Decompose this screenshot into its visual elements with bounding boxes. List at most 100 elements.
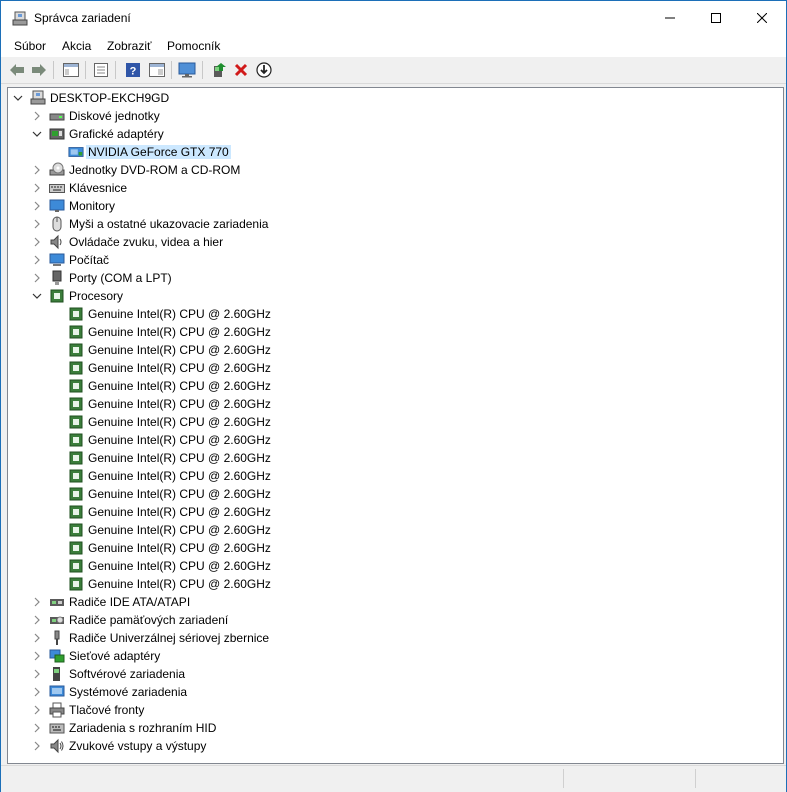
tree-device-item[interactable]: Genuine Intel(R) CPU @ 2.60GHz (8, 575, 781, 593)
tree-device-item[interactable]: Genuine Intel(R) CPU @ 2.60GHz (8, 557, 781, 575)
tree-item-label: Jednotky DVD-ROM a CD-ROM (69, 163, 241, 177)
expand-chevron-icon[interactable] (32, 719, 42, 737)
expand-chevron-icon[interactable] (32, 251, 42, 269)
display-adapter-icon (49, 126, 65, 142)
tree-category[interactable]: Klávesnice (8, 179, 781, 197)
tree-item-label: Genuine Intel(R) CPU @ 2.60GHz (88, 451, 271, 465)
expand-chevron-icon[interactable] (32, 647, 42, 665)
tree-item-label: Počítač (69, 253, 110, 267)
tree-item-label: Monitory (69, 199, 116, 213)
tree-category[interactable]: Ovládače zvuku, videa a hier (8, 233, 781, 251)
tree-device-item[interactable]: Genuine Intel(R) CPU @ 2.60GHz (8, 431, 781, 449)
tree-device-item[interactable]: Genuine Intel(R) CPU @ 2.60GHz (8, 377, 781, 395)
tree-item-label: Genuine Intel(R) CPU @ 2.60GHz (88, 307, 271, 321)
menu-view[interactable]: Zobraziť (107, 39, 152, 53)
tree-device-item[interactable]: Genuine Intel(R) CPU @ 2.60GHz (8, 521, 781, 539)
tree-root-computer[interactable]: DESKTOP-EKCH9GD (8, 89, 781, 107)
tree-device-item[interactable]: NVIDIA GeForce GTX 770 (8, 143, 781, 161)
network-adapter-icon (49, 648, 65, 664)
menu-help[interactable]: Pomocník (167, 39, 220, 53)
tree-device-item[interactable]: Genuine Intel(R) CPU @ 2.60GHz (8, 395, 781, 413)
minimize-button[interactable] (647, 1, 693, 35)
tree-device-item[interactable]: Genuine Intel(R) CPU @ 2.60GHz (8, 305, 781, 323)
monitor-icon (49, 198, 65, 214)
menu-bar: Súbor Akcia Zobraziť Pomocník (1, 35, 786, 57)
tree-item-label: Genuine Intel(R) CPU @ 2.60GHz (88, 415, 271, 429)
monitor-icon[interactable] (177, 60, 197, 80)
expand-chevron-icon[interactable] (32, 269, 42, 287)
tree-device-item[interactable]: Genuine Intel(R) CPU @ 2.60GHz (8, 449, 781, 467)
tree-category[interactable]: Počítač (8, 251, 781, 269)
collapse-chevron-icon[interactable] (13, 89, 23, 107)
back-arrow-icon[interactable] (7, 60, 27, 80)
forward-arrow-icon[interactable] (29, 60, 49, 80)
cpu-device-icon (68, 396, 84, 412)
expand-chevron-icon[interactable] (32, 737, 42, 755)
tree-category[interactable]: Radiče IDE ATA/ATAPI (8, 593, 781, 611)
tree-category[interactable]: Zvukové vstupy a výstupy (8, 737, 781, 755)
tree-device-item[interactable]: Genuine Intel(R) CPU @ 2.60GHz (8, 323, 781, 341)
expand-chevron-icon[interactable] (32, 701, 42, 719)
tree-category[interactable]: Softvérové zariadenia (8, 665, 781, 683)
tree-category[interactable]: Procesory (8, 287, 781, 305)
tree-category[interactable]: Tlačové fronty (8, 701, 781, 719)
collapse-chevron-icon[interactable] (32, 125, 42, 143)
storage-controller-icon (49, 612, 65, 628)
tree-category[interactable]: Monitory (8, 197, 781, 215)
close-button[interactable] (739, 1, 785, 35)
tree-device-item[interactable]: Genuine Intel(R) CPU @ 2.60GHz (8, 503, 781, 521)
tree-device-item[interactable]: Genuine Intel(R) CPU @ 2.60GHz (8, 359, 781, 377)
tree-item-label: Genuine Intel(R) CPU @ 2.60GHz (88, 361, 271, 375)
tree-device-item[interactable]: Genuine Intel(R) CPU @ 2.60GHz (8, 467, 781, 485)
cpu-device-icon (68, 378, 84, 394)
expand-chevron-icon[interactable] (32, 161, 42, 179)
tree-device-item[interactable]: Genuine Intel(R) CPU @ 2.60GHz (8, 485, 781, 503)
expand-chevron-icon[interactable] (32, 593, 42, 611)
maximize-button[interactable] (693, 1, 739, 35)
tree-category[interactable]: Grafické adaptéry (8, 125, 781, 143)
tree-device-item[interactable]: Genuine Intel(R) CPU @ 2.60GHz (8, 341, 781, 359)
tree-category[interactable]: Diskové jednotky (8, 107, 781, 125)
expand-chevron-icon[interactable] (32, 233, 42, 251)
tree-category[interactable]: Zariadenia s rozhraním HID (8, 719, 781, 737)
view-icon[interactable] (147, 60, 167, 80)
disable-device-icon[interactable] (254, 60, 274, 80)
tree-category[interactable]: Radiče Univerzálnej sériovej zbernice (8, 629, 781, 647)
tree-category[interactable]: Myši a ostatné ukazovacie zariadenia (8, 215, 781, 233)
expand-chevron-icon[interactable] (32, 197, 42, 215)
menu-action[interactable]: Akcia (62, 39, 91, 53)
tree-category[interactable]: Jednotky DVD-ROM a CD-ROM (8, 161, 781, 179)
collapse-chevron-icon[interactable] (32, 287, 42, 305)
device-tree[interactable]: DESKTOP-EKCH9GD Diskové jednotky Grafické … (7, 87, 784, 764)
tree-device-item[interactable]: Genuine Intel(R) CPU @ 2.60GHz (8, 413, 781, 431)
tree-item-label: Porty (COM a LPT) (69, 271, 172, 285)
tree-category[interactable]: Porty (COM a LPT) (8, 269, 781, 287)
tree-device-item[interactable]: Genuine Intel(R) CPU @ 2.60GHz (8, 539, 781, 557)
tree-item-label: Genuine Intel(R) CPU @ 2.60GHz (88, 343, 271, 357)
tree-item-label: Genuine Intel(R) CPU @ 2.60GHz (88, 523, 271, 537)
cpu-device-icon (68, 360, 84, 376)
sound-icon (49, 234, 65, 250)
window-title: Správca zariadení (34, 11, 131, 25)
show-hide-tree-icon[interactable] (61, 60, 81, 80)
mouse-icon (49, 216, 65, 232)
title-bar[interactable]: Správca zariadení (1, 1, 786, 35)
expand-chevron-icon[interactable] (32, 665, 42, 683)
tree-category[interactable]: Radiče pamäťových zariadení (8, 611, 781, 629)
status-pane-2 (695, 769, 784, 788)
uninstall-icon[interactable] (231, 60, 251, 80)
tree-category[interactable]: Systémové zariadenia (8, 683, 781, 701)
tree-item-label: NVIDIA GeForce GTX 770 (86, 145, 231, 159)
tree-item-label: Genuine Intel(R) CPU @ 2.60GHz (88, 397, 271, 411)
expand-chevron-icon[interactable] (32, 179, 42, 197)
expand-chevron-icon[interactable] (32, 629, 42, 647)
properties-icon[interactable] (91, 60, 111, 80)
update-driver-icon[interactable] (209, 60, 229, 80)
expand-chevron-icon[interactable] (32, 215, 42, 233)
tree-category[interactable]: Sieťové adaptéry (8, 647, 781, 665)
expand-chevron-icon[interactable] (32, 611, 42, 629)
menu-file[interactable]: Súbor (14, 39, 46, 53)
expand-chevron-icon[interactable] (32, 683, 42, 701)
help-icon[interactable]: ? (123, 60, 143, 80)
expand-chevron-icon[interactable] (32, 107, 42, 125)
